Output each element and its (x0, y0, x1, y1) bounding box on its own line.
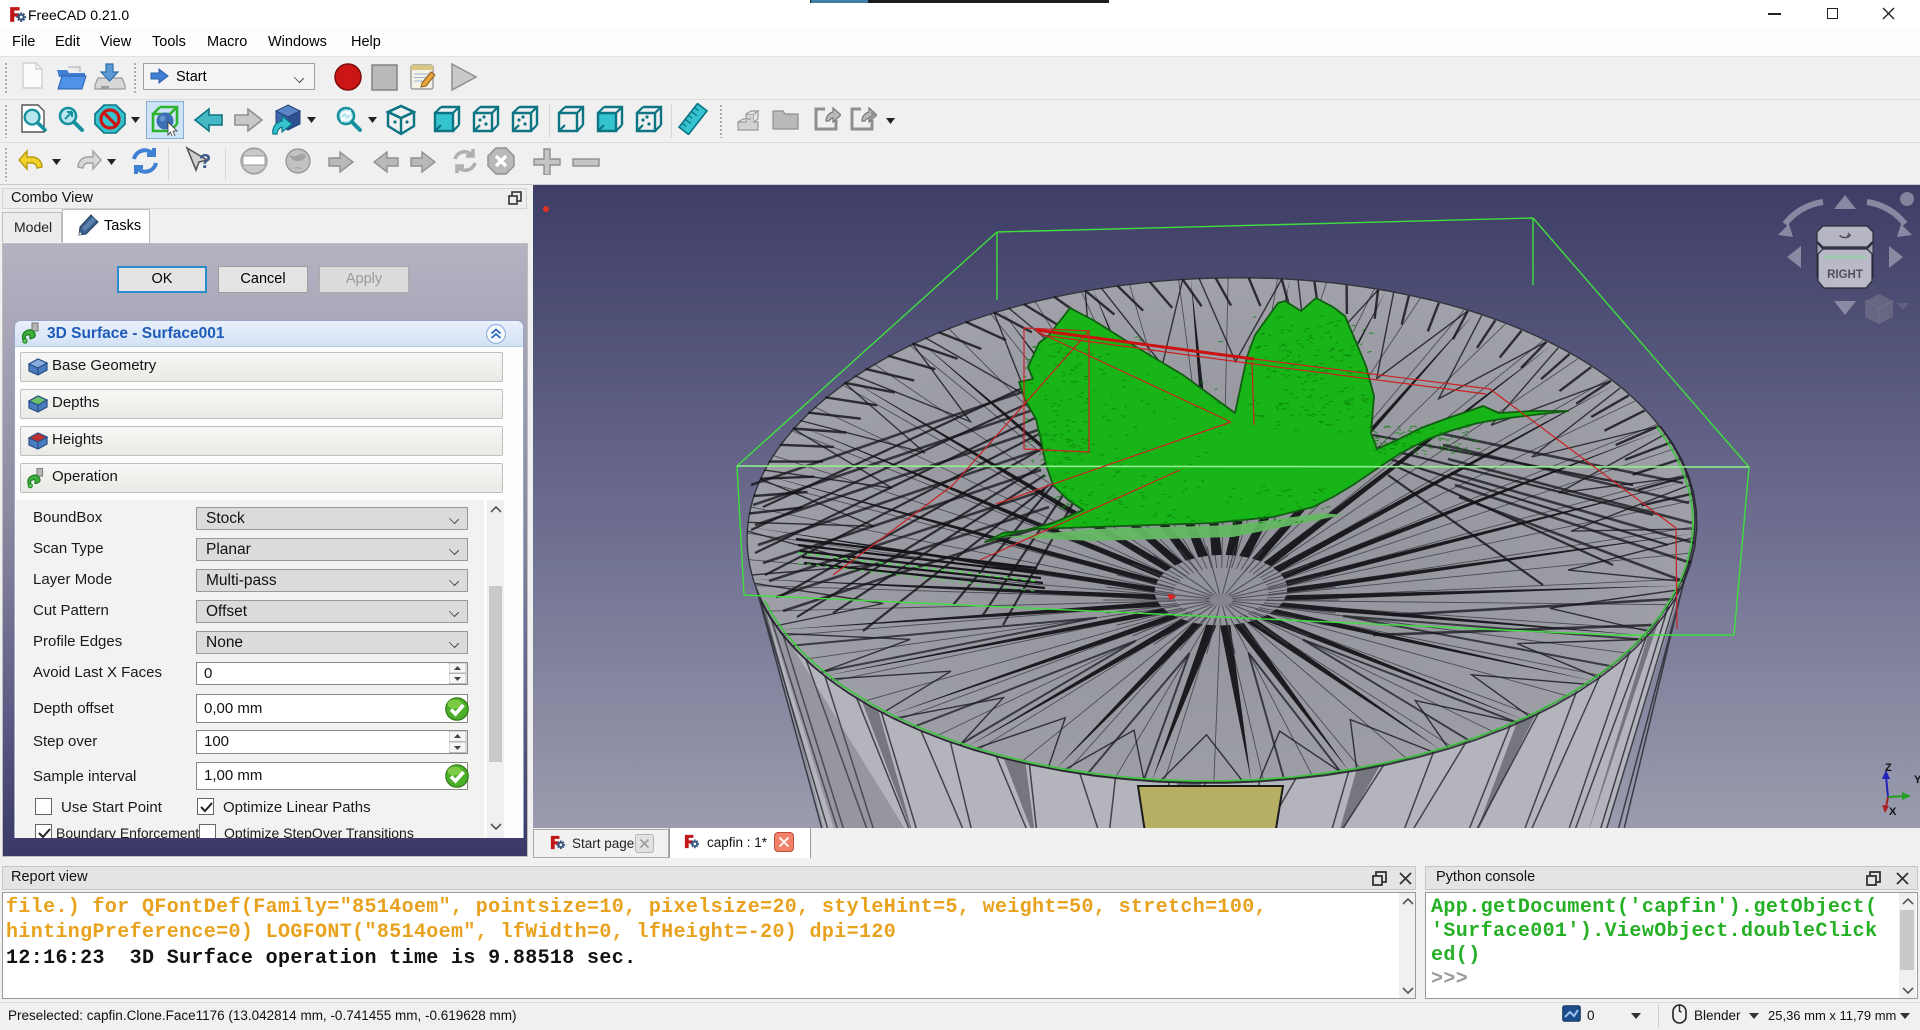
svg-text:Z: Z (1885, 762, 1892, 774)
svg-text:?: ? (199, 151, 211, 173)
svg-text:Y: Y (1914, 774, 1920, 786)
svg-text:X: X (1889, 806, 1897, 818)
svg-text:RIGHT: RIGHT (1827, 269, 1863, 281)
